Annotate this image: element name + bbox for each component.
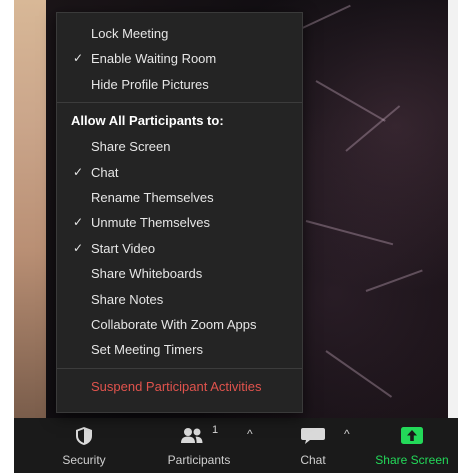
- menu-item-label: Lock Meeting: [91, 26, 169, 41]
- menu-item-label: Start Video: [91, 240, 156, 256]
- chat-button[interactable]: Chat: [289, 418, 337, 473]
- menu-item-rename-themselves[interactable]: Rename Themselves: [57, 185, 302, 210]
- menu-item-label: Share Screen: [91, 139, 171, 155]
- menu-section-heading: Allow All Participants to:: [71, 113, 224, 129]
- participant-count: 1: [212, 424, 219, 436]
- suspend-participant-activities-item[interactable]: Suspend Participant Activities: [57, 374, 302, 399]
- check-icon: ✓: [73, 51, 84, 66]
- menu-item-chat[interactable]: ✓ Chat: [57, 160, 302, 185]
- shield-icon: [76, 427, 92, 445]
- menu-item-unmute-themselves[interactable]: ✓ Unmute Themselves: [57, 210, 302, 235]
- menu-item-label: Share Notes: [91, 291, 164, 307]
- menu-item-share-screen[interactable]: Share Screen: [57, 134, 302, 159]
- menu-divider: [57, 367, 302, 369]
- menu-item-start-video[interactable]: ✓ Start Video: [57, 236, 302, 261]
- meeting-toolbar: Security 1 Participants ^ Chat ^ Share S…: [14, 418, 458, 473]
- menu-divider: [57, 102, 302, 104]
- participants-label: Participants: [167, 453, 231, 467]
- chat-label: Chat: [300, 453, 326, 467]
- security-menu: Lock Meeting ✓ Enable Waiting Room Hide Pro…: [56, 12, 303, 413]
- check-icon: ✓: [73, 215, 84, 230]
- menu-item-label: Set Meeting Timers: [91, 342, 203, 358]
- menu-item-label: Chat: [91, 164, 119, 180]
- meeting-window: Security 1 Participants ^ Chat ^ Share S…: [14, 0, 458, 473]
- menu-item-label: Share Whiteboards: [91, 266, 203, 282]
- menu-item-hide-profile-pictures[interactable]: Hide Profile Pictures: [57, 72, 302, 97]
- participants-caret-button[interactable]: ^: [247, 427, 253, 441]
- share-screen-arrow-icon: [401, 427, 423, 444]
- menu-item-label: Enable Waiting Room: [91, 51, 217, 67]
- security-button[interactable]: Security: [56, 418, 112, 473]
- menu-item-label: Hide Profile Pictures: [91, 76, 209, 92]
- menu-item-label: Rename Themselves: [91, 189, 214, 205]
- check-icon: ✓: [73, 240, 84, 255]
- participants-button[interactable]: 1 Participants: [159, 418, 239, 473]
- menu-item-lock-meeting[interactable]: Lock Meeting: [57, 21, 302, 46]
- check-icon: ✓: [73, 164, 84, 179]
- chat-caret-button[interactable]: ^: [344, 427, 350, 441]
- security-label: Security: [62, 453, 106, 467]
- menu-item-set-meeting-timers[interactable]: Set Meeting Timers: [57, 337, 302, 362]
- share-screen-button[interactable]: Share Screen: [372, 418, 452, 473]
- menu-item-enable-waiting-room[interactable]: ✓ Enable Waiting Room: [57, 46, 302, 71]
- participant-video-left: [14, 0, 46, 418]
- share-screen-label: Share Screen: [375, 453, 449, 467]
- menu-item-label: Unmute Themselves: [91, 215, 210, 231]
- participants-icon: [181, 428, 203, 443]
- menu-item-share-notes[interactable]: Share Notes: [57, 287, 302, 312]
- menu-item-label: Collaborate With Zoom Apps: [91, 316, 257, 332]
- chat-bubble-icon: [301, 428, 325, 444]
- menu-item-collaborate-with-zoom-apps[interactable]: Collaborate With Zoom Apps: [57, 312, 302, 337]
- video-edge: [448, 0, 458, 418]
- menu-item-share-whiteboards[interactable]: Share Whiteboards: [57, 261, 302, 286]
